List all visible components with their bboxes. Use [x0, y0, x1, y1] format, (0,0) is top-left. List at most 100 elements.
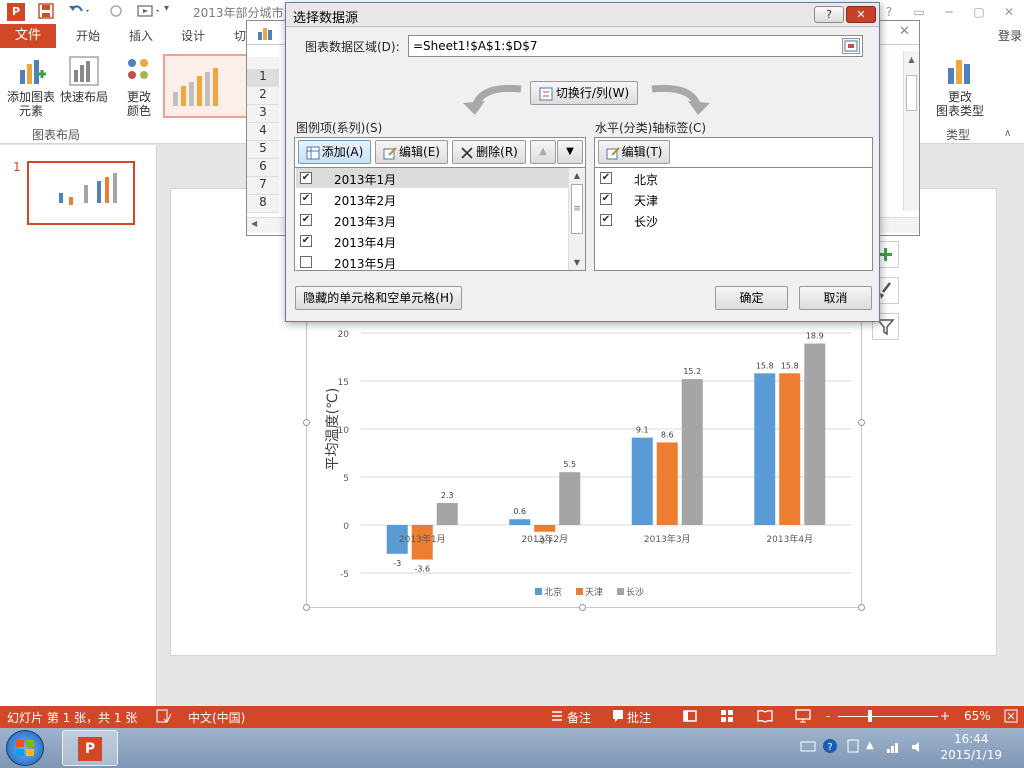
change-color-button[interactable]: 更改 颜色	[118, 56, 160, 118]
delete-series-button[interactable]: 删除(R)	[452, 140, 526, 164]
slide-thumbnail[interactable]	[27, 161, 135, 225]
login-link[interactable]: 登录	[998, 24, 1022, 48]
scroll-thumb[interactable]	[906, 75, 917, 111]
zoom-slider-track[interactable]	[838, 716, 938, 717]
comments-button[interactable]: 批注	[627, 709, 651, 726]
notes-icon[interactable]	[551, 709, 563, 723]
scroll-up-icon[interactable]: ▲	[569, 171, 585, 180]
fit-to-window-icon[interactable]	[1004, 709, 1018, 723]
restore-button[interactable]: ▢	[964, 0, 994, 24]
list-item[interactable]: 2013年5月	[296, 252, 568, 272]
list-item[interactable]: ✔ 长沙	[596, 210, 872, 230]
series-checkbox[interactable]: ✔	[300, 172, 312, 184]
list-item[interactable]: ✔ 北京	[596, 168, 872, 188]
series-checkbox[interactable]: ✔	[300, 235, 312, 247]
resize-handle[interactable]	[303, 604, 310, 611]
chart-style-gallery-item[interactable]	[163, 54, 249, 118]
row-header[interactable]: 3	[247, 105, 279, 123]
undo-icon[interactable]	[68, 3, 92, 19]
bar[interactable]	[804, 343, 826, 525]
show-hidden-icons[interactable]: ▲	[866, 740, 874, 751]
slide-sorter-icon[interactable]	[720, 709, 734, 723]
row-header[interactable]: 4	[247, 123, 279, 141]
zoom-slider-thumb[interactable]	[868, 710, 872, 722]
bar[interactable]	[509, 519, 531, 525]
list-item[interactable]: ✔ 2013年1月	[296, 168, 568, 188]
zoom-out-button[interactable]: -	[826, 709, 830, 723]
help-tray-icon[interactable]: ?	[822, 738, 838, 754]
tab-design[interactable]: 设计	[181, 24, 205, 48]
edit-series-button[interactable]: 编辑(E)	[375, 140, 448, 164]
slideshow-view-icon[interactable]	[795, 709, 811, 723]
add-series-button[interactable]: 添加(A)	[298, 140, 371, 164]
keyboard-icon[interactable]	[800, 740, 816, 752]
bar[interactable]	[631, 437, 653, 525]
tab-transitions[interactable]: 切	[234, 24, 246, 48]
reading-view-icon[interactable]	[757, 709, 773, 723]
chart-area[interactable]: -3 -3.6 2.3 0.6 -0.7 5.5 9.1 8.6 15.2 15.8 15.8 18.…	[306, 316, 862, 608]
zoom-level[interactable]: 65%	[964, 709, 991, 723]
save-icon[interactable]	[38, 3, 54, 19]
collapse-ribbon-icon[interactable]: ∧	[1004, 128, 1011, 139]
resize-handle[interactable]	[579, 604, 586, 611]
move-up-button[interactable]: ▲	[530, 140, 556, 164]
scroll-thumb[interactable]: ≡	[571, 184, 583, 234]
redo-icon[interactable]	[108, 3, 124, 19]
excel-vertical-scrollbar[interactable]: ▲	[903, 51, 919, 211]
bar[interactable]	[559, 472, 581, 525]
hidden-and-empty-cells-button[interactable]: 隐藏的单元格和空单元格(H)	[295, 286, 462, 310]
bar[interactable]	[656, 442, 678, 525]
collapse-range-icon[interactable]	[842, 38, 860, 54]
row-header[interactable]: 7	[247, 177, 279, 195]
row-header[interactable]: 2	[247, 87, 279, 105]
row-header[interactable]: 1	[247, 69, 279, 87]
bar[interactable]	[534, 525, 556, 532]
resize-handle[interactable]	[858, 604, 865, 611]
row-header[interactable]: 8	[247, 195, 279, 213]
move-down-button[interactable]: ▼	[557, 140, 583, 164]
edit-axis-labels-button[interactable]: 编辑(T)	[598, 140, 670, 164]
axis-label-checkbox[interactable]: ✔	[600, 214, 612, 226]
row-header[interactable]: 6	[247, 159, 279, 177]
minimize-button[interactable]: ─	[934, 0, 964, 24]
taskbar-powerpoint-button[interactable]: P	[62, 730, 118, 766]
comments-icon[interactable]	[612, 709, 624, 723]
resize-handle[interactable]	[858, 419, 865, 426]
language-status[interactable]: 中文(中国)	[188, 709, 245, 726]
notes-button[interactable]: 备注	[567, 709, 591, 726]
range-input[interactable]: =Sheet1!$A$1:$D$7	[408, 35, 863, 57]
scroll-down-icon[interactable]: ▼	[569, 258, 585, 267]
scroll-left-icon[interactable]: ◀	[251, 219, 257, 228]
system-clock[interactable]: 16:44 2015/1/19	[940, 731, 1002, 763]
normal-view-icon[interactable]	[683, 709, 697, 723]
axis-label-checkbox[interactable]: ✔	[600, 193, 612, 205]
tab-home[interactable]: 开始	[76, 24, 100, 48]
scroll-up-icon[interactable]: ▲	[906, 55, 917, 71]
bar[interactable]	[436, 502, 458, 525]
list-item[interactable]: ✔ 2013年2月	[296, 189, 568, 209]
close-button[interactable]: ✕	[994, 0, 1024, 24]
spellcheck-icon[interactable]	[156, 709, 172, 723]
series-checkbox[interactable]: ✔	[300, 214, 312, 226]
dialog-help-button[interactable]: ?	[814, 6, 844, 23]
add-chart-element-button[interactable]: 添加图表 元素	[4, 56, 58, 118]
network-icon[interactable]	[886, 740, 902, 754]
bar[interactable]	[779, 373, 801, 525]
slideshow-icon[interactable]	[136, 3, 164, 19]
bar[interactable]	[754, 373, 776, 525]
series-checkbox[interactable]: ✔	[300, 193, 312, 205]
excel-close-button[interactable]: ✕	[899, 24, 910, 39]
resize-handle[interactable]	[303, 419, 310, 426]
switch-row-column-button[interactable]: 切换行/列(W)	[530, 81, 638, 105]
dialog-close-button[interactable]: ✕	[846, 6, 876, 23]
cancel-button[interactable]: 取消	[799, 286, 872, 310]
axis-label-checkbox[interactable]: ✔	[600, 172, 612, 184]
series-checkbox[interactable]	[300, 256, 312, 268]
quick-layout-button[interactable]: 快速布局	[58, 56, 110, 104]
bar[interactable]	[681, 379, 703, 525]
customize-qat-icon[interactable]: ▾	[164, 3, 169, 14]
series-scrollbar[interactable]: ▲ ≡ ▼	[568, 168, 585, 270]
row-header[interactable]: 5	[247, 141, 279, 159]
input-method-icon[interactable]	[846, 738, 860, 754]
list-item[interactable]: ✔ 2013年3月	[296, 210, 568, 230]
